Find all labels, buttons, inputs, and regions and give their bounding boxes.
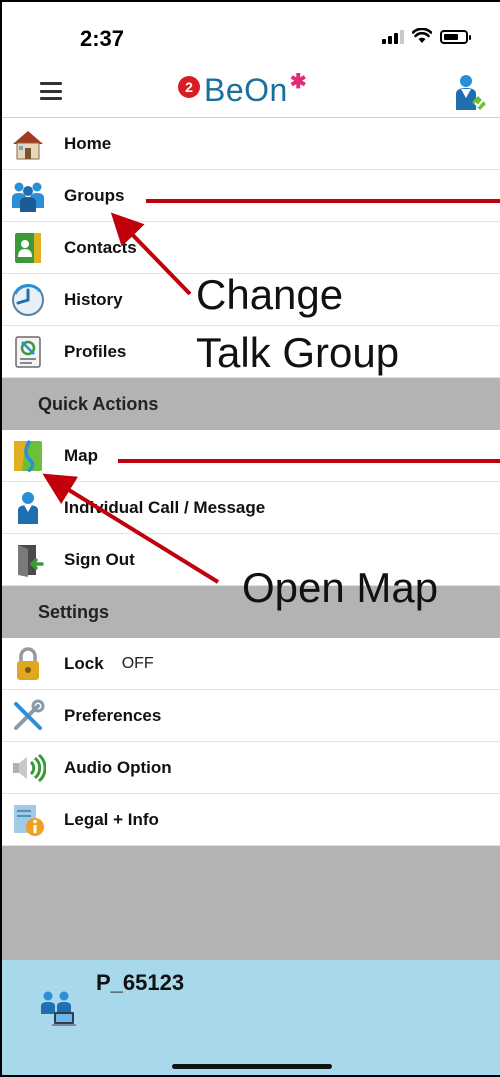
- logo-star-icon: ✱: [289, 70, 307, 93]
- map-icon: [14, 439, 42, 472]
- status-icons: [382, 28, 471, 44]
- cellular-signal-icon: [382, 30, 404, 44]
- hamburger-menu-icon[interactable]: [40, 82, 62, 100]
- current-user-id: P_65123: [96, 970, 185, 995]
- annotation-open-map: Open Map: [242, 564, 439, 611]
- user-status-icon[interactable]: [452, 72, 488, 112]
- menu-item-label: Home: [64, 133, 112, 153]
- logo-text: BeOn: [204, 71, 288, 108]
- menu-item-label: Individual Call / Message: [64, 497, 266, 517]
- speaker-icon: [13, 753, 46, 782]
- tools-wrench-icon: [14, 699, 45, 730]
- menu-item-label: Preferences: [64, 705, 162, 725]
- menu-item-label: Map: [64, 445, 98, 465]
- menu-item-label: Lock: [64, 653, 104, 673]
- menu-item-label: Groups: [64, 185, 125, 205]
- padlock-icon: [17, 646, 39, 680]
- profiles-document-icon: [15, 335, 41, 368]
- menu-item-legal-info[interactable]: Legal + Info: [2, 794, 500, 846]
- app-header: 2 BeOn ✱: [2, 66, 500, 118]
- menu-item-contacts[interactable]: Contacts: [2, 222, 500, 274]
- navigation-menu: Home Groups Contacts History Profiles Qu…: [2, 118, 500, 973]
- menu-item-lock[interactable]: Lock OFF: [2, 638, 500, 690]
- contacts-book-icon: [15, 232, 41, 263]
- annotation-change-line2: Talk Group: [196, 329, 400, 376]
- menu-item-label: Profiles: [64, 341, 127, 361]
- group-computer-icon: [41, 991, 76, 1026]
- notification-badge[interactable]: 2: [178, 76, 200, 98]
- menu-item-audio-option[interactable]: Audio Option: [2, 742, 500, 794]
- quick-actions-header: Quick Actions: [2, 378, 500, 430]
- status-time: 2:37: [80, 26, 125, 51]
- app-screen: 2:37 2 BeOn ✱ Home Groups Contacts Histo…: [0, 0, 500, 1077]
- lock-status-value: OFF: [121, 654, 154, 672]
- menu-item-preferences[interactable]: Preferences: [2, 690, 500, 742]
- menu-item-label: Legal + Info: [64, 809, 159, 829]
- menu-item-label: History: [64, 289, 123, 309]
- menu-item-home[interactable]: Home: [2, 118, 500, 170]
- group-people-icon: [12, 182, 44, 212]
- menu-item-label: Audio Option: [64, 757, 172, 777]
- current-group-panel[interactable]: P_65123: [2, 960, 500, 1075]
- battery-icon: [440, 30, 471, 44]
- beon-logo: 2 BeOn ✱: [178, 70, 307, 110]
- menu-item-map[interactable]: Map: [2, 430, 500, 482]
- status-bar: 2:37: [2, 2, 500, 66]
- menu-item-label: Contacts: [64, 237, 137, 257]
- menu-item-individual-call[interactable]: Individual Call / Message: [2, 482, 500, 534]
- home-indicator[interactable]: [172, 1064, 332, 1069]
- menu-item-label: Sign Out: [64, 549, 135, 569]
- info-document-icon: [14, 804, 44, 836]
- annotation-change-line1: Change: [196, 271, 344, 318]
- empty-area: [2, 846, 500, 973]
- person-icon: [18, 491, 38, 524]
- wifi-icon: [412, 28, 432, 43]
- history-clock-icon: [12, 283, 44, 316]
- sign-out-door-icon: [18, 544, 44, 577]
- house-icon: [13, 130, 43, 159]
- menu-item-groups[interactable]: Groups: [2, 170, 500, 222]
